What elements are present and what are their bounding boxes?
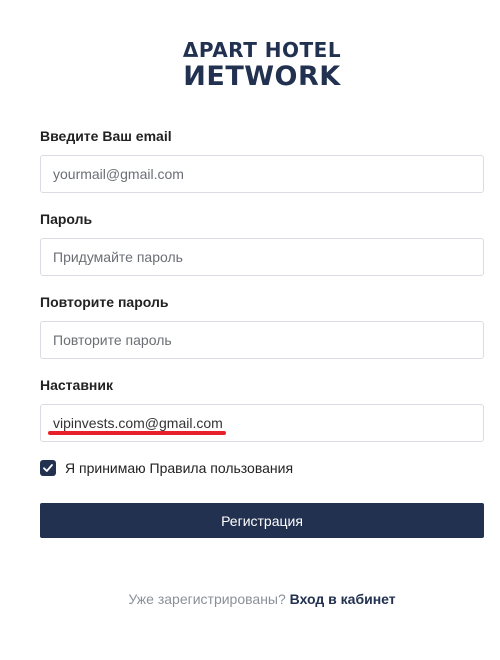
- brand-logo: ΔPART HOTEL ИETWORK: [0, 38, 500, 92]
- register-button[interactable]: Регистрация: [40, 503, 484, 538]
- red-underline-annotation: [48, 431, 226, 435]
- mentor-field[interactable]: [40, 404, 484, 442]
- terms-row: Я принимаю Правила пользования: [40, 459, 293, 477]
- password-repeat-field[interactable]: [40, 321, 484, 359]
- email-label: Введите Ваш email: [40, 128, 172, 144]
- password-repeat-label: Повторите пароль: [40, 294, 169, 310]
- logo-line-2: ИETWORK: [183, 61, 341, 92]
- mentor-label: Наставник: [40, 377, 114, 393]
- login-prompt: Уже зарегистрированы? Вход в кабинет: [0, 591, 500, 607]
- password-field[interactable]: [40, 238, 484, 276]
- password-label: Пароль: [40, 211, 93, 227]
- login-link[interactable]: Вход в кабинет: [290, 591, 396, 607]
- logo-line-1: ΔPART HOTEL: [182, 38, 342, 62]
- terms-label: Я принимаю Правила пользования: [65, 460, 294, 476]
- email-field[interactable]: [40, 155, 484, 193]
- terms-checkbox[interactable]: [40, 460, 56, 476]
- checkmark-icon: [43, 464, 53, 472]
- already-registered-text: Уже зарегистрированы?: [128, 591, 286, 607]
